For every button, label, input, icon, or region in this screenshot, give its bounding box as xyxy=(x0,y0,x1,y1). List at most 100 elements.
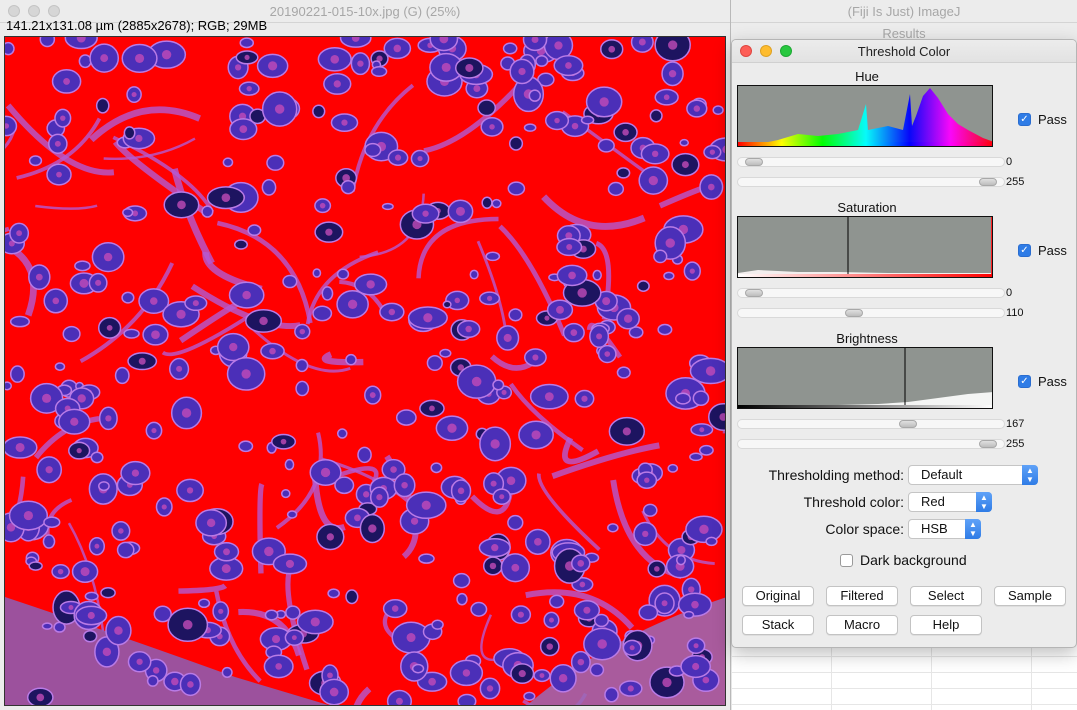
stack-button[interactable]: Stack xyxy=(742,615,814,635)
brightness-pass-checkbox[interactable]: ✓ Pass xyxy=(1018,374,1067,389)
original-button[interactable]: Original xyxy=(742,586,814,606)
cell-nucleus xyxy=(35,273,43,281)
brightness-color-strip xyxy=(738,405,992,408)
cell-nucleus xyxy=(149,297,158,305)
cell-nucleus xyxy=(242,290,251,300)
brightness-histogram-plot xyxy=(738,348,992,408)
hue-pass-checkbox[interactable]: ✓ Pass xyxy=(1018,112,1067,127)
threshold-color-label: Threshold color: xyxy=(803,494,904,510)
cell-nucleus xyxy=(604,351,611,357)
threshold-color-value: Red xyxy=(921,494,945,509)
cell-nucleus xyxy=(161,504,167,510)
slider-thumb[interactable] xyxy=(899,420,917,428)
threshold-color-select[interactable]: Red ▲ ▼ xyxy=(908,492,992,512)
cell-nucleus xyxy=(565,62,572,69)
macro-button[interactable]: Macro xyxy=(826,615,898,635)
hue-pass-label: Pass xyxy=(1038,112,1067,127)
cell-nucleus xyxy=(465,63,474,72)
thresholding-method-select[interactable]: Default ▲ ▼ xyxy=(908,465,1038,485)
image-canvas[interactable] xyxy=(4,36,726,706)
slider-thumb[interactable] xyxy=(745,158,763,166)
saturation-max-slider[interactable] xyxy=(737,308,1005,318)
slider-thumb[interactable] xyxy=(845,309,863,317)
select-button[interactable]: Select xyxy=(910,586,982,606)
saturation-pass-checkbox[interactable]: ✓ Pass xyxy=(1018,243,1067,258)
cell xyxy=(5,41,15,56)
cell xyxy=(247,224,262,237)
hue-max-slider[interactable] xyxy=(737,177,1005,187)
cell xyxy=(589,663,605,677)
saturation-min-slider[interactable] xyxy=(737,288,1005,298)
dialog-titlebar[interactable]: Threshold Color xyxy=(732,40,1076,63)
cell-nucleus xyxy=(531,430,541,440)
cell xyxy=(698,444,714,456)
cell-nucleus xyxy=(393,44,402,53)
hue-min-slider[interactable] xyxy=(737,157,1005,167)
slider-thumb[interactable] xyxy=(979,440,997,448)
cell xyxy=(507,514,524,531)
cell-nucleus xyxy=(429,405,435,412)
cell-nucleus xyxy=(94,543,100,549)
cell-nucleus xyxy=(693,105,701,112)
cell-nucleus xyxy=(264,546,274,557)
cell xyxy=(580,115,595,125)
slider-thumb[interactable] xyxy=(979,178,997,186)
cell-nucleus xyxy=(186,487,194,494)
cell xyxy=(442,300,452,309)
cell-nucleus xyxy=(410,517,419,525)
cell-nucleus xyxy=(709,149,716,155)
cell-nucleus xyxy=(688,586,695,593)
cell-nucleus xyxy=(390,466,397,473)
imagej-main-window-titlebar[interactable]: (Fiji Is Just) ImageJ xyxy=(731,0,1077,23)
cell-nucleus xyxy=(417,155,423,162)
cell xyxy=(607,523,619,533)
color-space-select[interactable]: HSB ▲ ▼ xyxy=(908,519,981,539)
cell-nucleus xyxy=(702,676,710,684)
cell-nucleus xyxy=(366,280,375,289)
brightness-min-slider[interactable] xyxy=(737,419,1005,429)
cell xyxy=(123,126,136,140)
cell-nucleus xyxy=(176,365,183,372)
cell-nucleus xyxy=(221,193,231,202)
results-table[interactable] xyxy=(731,640,1077,710)
cell-nucleus xyxy=(693,643,699,649)
cell-nucleus xyxy=(544,315,550,321)
membrane-strand xyxy=(353,686,372,705)
help-button[interactable]: Help xyxy=(910,615,982,635)
cell xyxy=(295,380,310,397)
cell xyxy=(364,142,382,158)
cell xyxy=(100,587,116,599)
cell-nucleus xyxy=(54,140,61,147)
cell xyxy=(321,286,334,301)
cell-nucleus xyxy=(486,685,494,692)
cell xyxy=(98,481,110,492)
cell-nucleus xyxy=(596,333,603,340)
cell-nucleus xyxy=(648,175,658,186)
cell-nucleus xyxy=(421,500,431,510)
filtered-button[interactable]: Filtered xyxy=(826,586,898,606)
cell-nucleus xyxy=(691,600,699,609)
cell-nucleus xyxy=(454,297,461,304)
cell xyxy=(439,348,452,358)
cell xyxy=(481,196,493,210)
cell xyxy=(336,268,350,280)
cell-nucleus xyxy=(347,299,358,309)
sample-button[interactable]: Sample xyxy=(994,586,1066,606)
dark-background-checkbox[interactable]: Dark background xyxy=(840,552,967,568)
cell-nucleus xyxy=(70,417,79,426)
thresholded-image xyxy=(5,37,725,705)
cell-nucleus xyxy=(15,442,25,452)
cell xyxy=(286,510,298,519)
cell-nucleus xyxy=(644,477,650,483)
cell-nucleus xyxy=(45,466,53,474)
cell xyxy=(82,629,98,643)
brightness-max-slider[interactable] xyxy=(737,439,1005,449)
threshold-color-dialog: Threshold Color Hue ✓ Pass 0 255 Saturat… xyxy=(731,39,1077,648)
hue-histogram-plot xyxy=(738,88,992,146)
cell xyxy=(146,674,159,687)
cell xyxy=(285,605,301,620)
cell xyxy=(345,589,359,605)
cell-nucleus xyxy=(501,389,507,395)
cell xyxy=(705,536,718,547)
slider-thumb[interactable] xyxy=(745,289,763,297)
